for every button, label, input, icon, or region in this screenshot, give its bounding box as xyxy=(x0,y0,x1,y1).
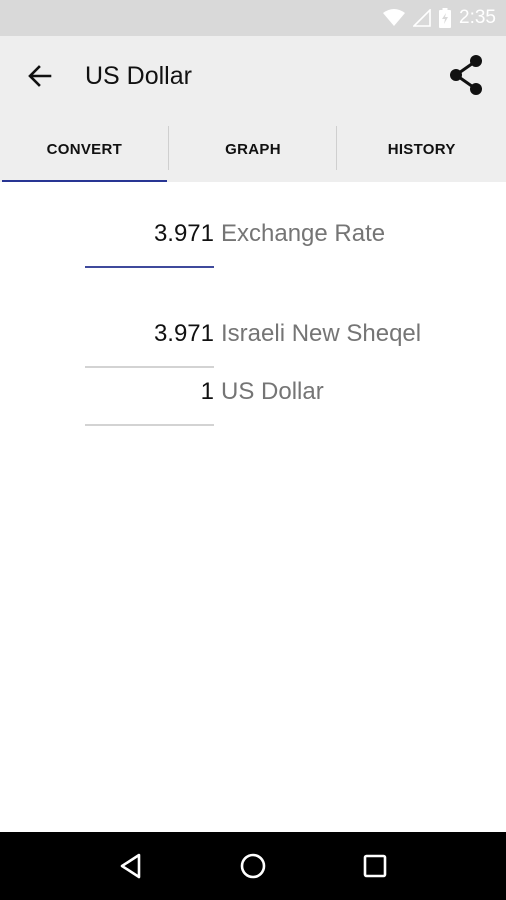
arrow-back-icon xyxy=(22,58,58,94)
target-currency-label: Israeli New Sheqel xyxy=(221,320,422,347)
recents-square-icon xyxy=(362,853,388,879)
input-underline xyxy=(85,424,214,426)
target-amount-value: 3.971 xyxy=(153,320,214,347)
target-currency-row: 3.971 Israeli New Sheqel xyxy=(85,314,422,368)
battery-charging-icon xyxy=(439,8,452,28)
back-triangle-icon xyxy=(117,852,145,880)
target-amount-input[interactable]: 3.971 xyxy=(85,314,214,368)
nav-home-button[interactable] xyxy=(233,846,273,886)
navigation-bar xyxy=(0,832,506,900)
share-icon xyxy=(446,53,488,97)
source-amount-input[interactable]: 1 xyxy=(85,372,214,426)
status-icons: 2:35 xyxy=(383,0,496,36)
exchange-rate-row: 3.971 Exchange Rate xyxy=(85,214,386,268)
tab-label: HISTORY xyxy=(387,140,456,158)
source-currency-row: 1 US Dollar xyxy=(85,372,324,426)
tab-label: GRAPH xyxy=(225,140,281,158)
exchange-rate-input[interactable]: 3.971 xyxy=(85,214,214,268)
home-circle-icon xyxy=(239,852,267,880)
tab-bar: CONVERT GRAPH HISTORY xyxy=(0,116,506,182)
status-time: 2:35 xyxy=(459,7,496,28)
wifi-icon xyxy=(383,9,406,27)
nav-recents-button[interactable] xyxy=(355,846,395,886)
nav-back-button[interactable] xyxy=(111,846,151,886)
exchange-rate-label: Exchange Rate xyxy=(221,220,386,247)
share-button[interactable] xyxy=(446,53,488,97)
tab-selected-indicator xyxy=(2,180,167,182)
page-title: US Dollar xyxy=(85,62,192,90)
tab-graph[interactable]: GRAPH xyxy=(169,116,338,182)
app-bar: US Dollar xyxy=(0,36,506,116)
back-button[interactable] xyxy=(22,58,58,94)
tab-history[interactable]: HISTORY xyxy=(337,116,506,182)
source-amount-value: 1 xyxy=(200,378,214,405)
signal-icon xyxy=(412,8,431,27)
input-underline xyxy=(85,366,214,368)
source-currency-label: US Dollar xyxy=(221,378,324,405)
exchange-rate-value: 3.971 xyxy=(153,220,214,247)
input-underline xyxy=(85,266,214,268)
tab-convert[interactable]: CONVERT xyxy=(0,116,169,182)
tab-label: CONVERT xyxy=(46,140,123,158)
status-bar: 2:35 xyxy=(0,0,506,36)
